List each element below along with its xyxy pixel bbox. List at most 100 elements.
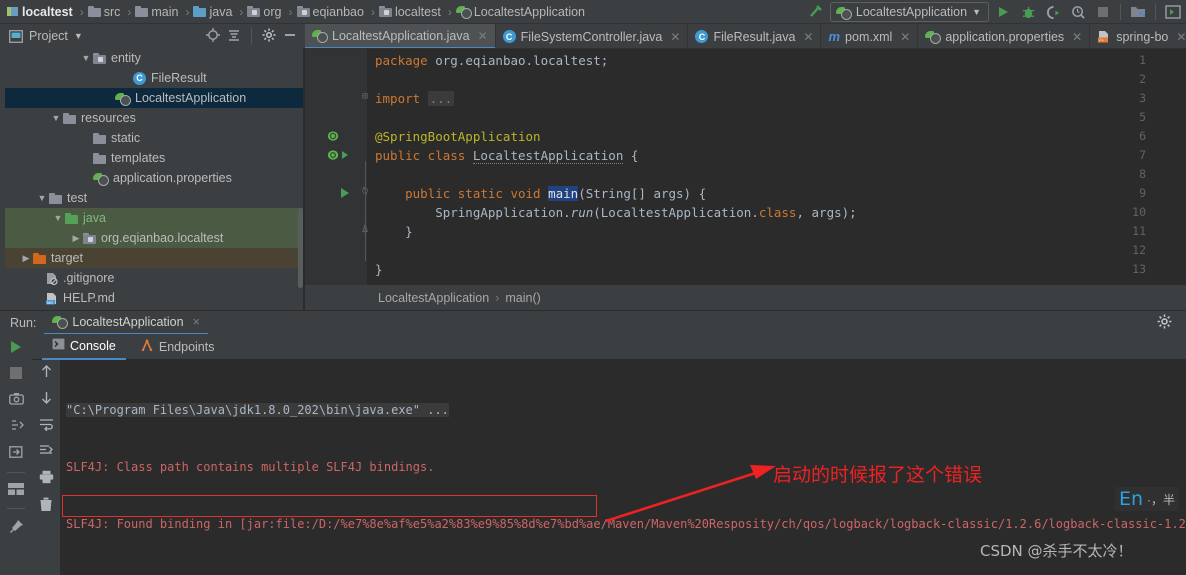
maven-icon: m	[828, 29, 841, 44]
run-tab-localtestapplication[interactable]: LocaltestApplication ×	[44, 311, 208, 335]
chevron-down-icon[interactable]: ▼	[74, 31, 83, 41]
open-window-button[interactable]	[1162, 2, 1184, 22]
stop-button[interactable]	[1092, 2, 1114, 22]
dump-threads-icon[interactable]	[8, 392, 24, 408]
tree-node-help-md[interactable]: MD HELP.md	[5, 288, 305, 308]
run-configuration-label: LocaltestApplication	[855, 5, 968, 19]
clear-all-icon[interactable]	[39, 497, 53, 515]
scroll-down-icon[interactable]	[40, 391, 53, 408]
ime-language-indicator[interactable]: En ·，半	[1115, 487, 1180, 511]
settings-icon[interactable]	[1157, 314, 1186, 332]
expand-arrow-icon[interactable]: ▶	[69, 233, 83, 244]
editor-tab-filesystemcontroller[interactable]: C FileSystemController.java ✕	[496, 24, 689, 48]
test-source-folder-icon	[65, 212, 78, 224]
spring-run-gutter-icon[interactable]	[327, 149, 351, 165]
tab-endpoints[interactable]: Endpoints	[130, 334, 225, 360]
close-icon[interactable]: ✕	[1069, 30, 1082, 44]
breadcrumb-item-class[interactable]: LocaltestApplication	[454, 1, 590, 23]
breadcrumb-item-org[interactable]: org	[245, 1, 286, 23]
breadcrumb-separator: ›	[239, 4, 244, 19]
code-editor[interactable]: 1 2 3 5 6 7 8 9 10 11 12 13 ⊞ ⍉ ⍋ packag…	[305, 49, 1186, 285]
tree-node-gitignore[interactable]: .gitignore	[5, 268, 305, 288]
code-line-10: SpringApplication.run(LocaltestApplicati…	[375, 205, 856, 220]
settings-icon[interactable]	[262, 28, 276, 45]
breadcrumb-class[interactable]: LocaltestApplication	[378, 291, 489, 305]
close-icon[interactable]: ✕	[1173, 30, 1186, 44]
run-tool-window-header: Run: LocaltestApplication ×	[0, 310, 1186, 335]
expand-arrow-icon[interactable]: ▼	[79, 53, 93, 63]
ime-language-label: En	[1119, 488, 1144, 510]
editor-tab-localtestapplication[interactable]: LocaltestApplication.java ✕	[305, 24, 496, 48]
pin-icon[interactable]	[9, 519, 24, 537]
rerun-icon[interactable]	[9, 340, 23, 357]
breadcrumb-label: localtest	[394, 4, 441, 19]
tree-node-static[interactable]: static	[5, 128, 305, 148]
tree-node-test[interactable]: ▼ test	[5, 188, 305, 208]
folder-icon	[135, 6, 149, 17]
breadcrumb-item-java[interactable]: java	[191, 1, 237, 23]
scroll-up-icon[interactable]	[40, 364, 53, 381]
code-text: (String[] args) {	[578, 186, 707, 201]
folded-imports[interactable]: ...	[427, 91, 455, 106]
editor-gutter[interactable]	[305, 49, 367, 285]
close-icon[interactable]: ✕	[800, 30, 813, 44]
tree-node-fileresult[interactable]: C FileResult	[5, 68, 305, 88]
scroll-to-end-icon[interactable]	[39, 444, 54, 460]
editor-tab-pom-xml[interactable]: m pom.xml ✕	[821, 24, 919, 48]
breadcrumb-method[interactable]: main()	[505, 291, 540, 305]
locate-icon[interactable]	[206, 27, 220, 45]
run-configuration-selector[interactable]: LocaltestApplication ▼	[829, 2, 989, 22]
soft-wrap-icon[interactable]	[39, 418, 54, 434]
editor-tab-fileresult[interactable]: C FileResult.java ✕	[688, 24, 822, 48]
breadcrumb-label: java	[209, 4, 233, 19]
code-text: org.eqianbao.localtest;	[427, 53, 609, 68]
debug-button[interactable]	[1017, 2, 1039, 22]
hide-panel-icon[interactable]	[283, 28, 297, 45]
editor-tab-spring-boot[interactable]: <> spring-bo ✕	[1090, 24, 1186, 48]
breadcrumb-item-localtest[interactable]: localtest	[4, 1, 78, 23]
breadcrumb-item-localtest-pkg[interactable]: localtest	[377, 1, 446, 23]
tree-node-localtestapplication[interactable]: LocaltestApplication	[5, 88, 305, 108]
tree-node-templates[interactable]: templates	[5, 148, 305, 168]
run-button[interactable]	[992, 2, 1014, 22]
close-icon[interactable]: ✕	[475, 29, 488, 43]
run-method-gutter-icon[interactable]	[340, 187, 351, 202]
toolbar-divider	[7, 472, 25, 473]
close-icon[interactable]: ✕	[667, 30, 680, 44]
expand-arrow-icon[interactable]: ▼	[49, 113, 63, 123]
tree-node-test-package[interactable]: ▶ org.eqianbao.localtest	[5, 228, 305, 248]
tab-console[interactable]: Console	[42, 334, 126, 360]
project-structure-button[interactable]	[1127, 2, 1149, 22]
run-with-coverage-button[interactable]	[1042, 2, 1064, 22]
console-icon	[52, 338, 65, 353]
breadcrumb-item-eqianbao[interactable]: eqianbao	[295, 1, 369, 23]
fold-expand-icon[interactable]: ⊞	[362, 91, 368, 102]
expand-arrow-icon[interactable]: ▶	[19, 253, 33, 264]
spring-class-icon	[52, 315, 69, 329]
breadcrumb-item-src[interactable]: src	[86, 1, 126, 23]
export-icon[interactable]	[8, 445, 24, 462]
restore-layout-icon[interactable]	[9, 418, 24, 435]
tree-node-entity[interactable]: ▼ entity	[5, 48, 305, 68]
close-icon[interactable]: ✕	[897, 30, 910, 44]
tree-node-resources[interactable]: ▼ resources	[5, 108, 305, 128]
editor-tab-application-properties[interactable]: application.properties ✕	[918, 24, 1091, 48]
spring-bean-gutter-icon[interactable]	[327, 130, 340, 146]
stop-icon[interactable]	[10, 367, 22, 382]
collapse-all-icon[interactable]	[227, 28, 241, 45]
print-icon[interactable]	[39, 470, 54, 487]
layout-icon[interactable]	[8, 483, 24, 498]
breadcrumb-label: src	[103, 4, 121, 19]
close-icon[interactable]: ×	[189, 315, 200, 329]
build-hammer-icon[interactable]	[805, 2, 827, 22]
breadcrumb-item-main[interactable]: main	[133, 1, 183, 23]
profiler-button[interactable]	[1067, 2, 1089, 22]
tree-node-application-properties[interactable]: application.properties	[5, 168, 305, 188]
code-line-3: import ...	[375, 91, 455, 106]
tree-node-target[interactable]: ▶ target	[5, 248, 305, 268]
tree-node-test-java[interactable]: ▼ java	[5, 208, 305, 228]
spring-class-icon	[312, 29, 328, 43]
expand-arrow-icon[interactable]: ▼	[35, 193, 49, 203]
project-tree[interactable]: ▼ entity C FileResult LocaltestApplicati…	[5, 48, 305, 310]
expand-arrow-icon[interactable]: ▼	[51, 213, 65, 223]
